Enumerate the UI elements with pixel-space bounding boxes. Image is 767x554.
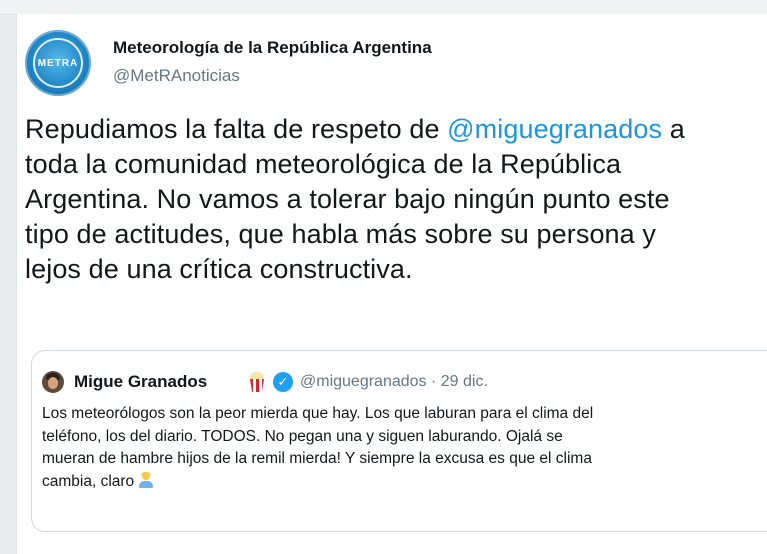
quoted-tweet-text: Los meteorólogos son la peor mierda que … [42,403,767,493]
quoted-text-line: teléfono, los del diario. TODOS. No pega… [42,427,563,445]
tweet-text-line: lejos de una crítica constructiva. [25,254,413,284]
avatar-logo-text: METRA [37,57,79,69]
quoted-handle-date[interactable]: @miguegranados · 29 dic. [300,373,488,391]
quoted-tweet[interactable]: Migue Granados ✓ @miguegranados · 29 dic… [31,350,767,532]
tweet-text-segment: a [662,114,685,144]
tweet-text-segment: Repudiamos la falta de respeto de [25,114,448,144]
quoted-text-segment: cambia, claro [42,472,135,490]
tweet-text-line: Argentina. No vamos a tolerar bajo ningú… [25,184,670,214]
popcorn-icon [248,372,266,392]
emoji-body [139,480,154,488]
tweet-header: METRA Meteorología de la República Argen… [25,30,765,100]
quoted-text-line: mueran de hambre hijos de la remil mierd… [42,450,592,467]
mention-link[interactable]: @miguegranados [447,114,662,144]
tweet-text-line: toda la comunidad meteorológica de la Re… [25,149,622,179]
tweet-text-line: Repudiamos la falta de respeto de @migue… [25,112,765,147]
quoted-avatar[interactable] [42,371,64,393]
account-handle[interactable]: @MetRAnoticias [113,66,240,86]
person-shrugging-icon [138,471,154,488]
quoted-text-line: Los meteorólogos son la peor mierda que … [42,405,594,422]
quoted-tweet-header: Migue Granados ✓ @miguegranados · 29 dic… [42,371,767,395]
quoted-account-name[interactable]: Migue Granados [74,372,207,392]
tweet-text: Repudiamos la falta de respeto de @migue… [25,112,765,287]
top-strip [0,0,767,15]
tweet-card: METRA Meteorología de la República Argen… [16,14,767,554]
verified-badge-icon: ✓ [273,372,293,392]
avatar-face [48,377,58,389]
tweet-text-line: tipo de actitudes, que habla más sobre s… [25,219,656,249]
account-name[interactable]: Meteorología de la República Argentina [113,38,432,58]
popcorn-kernels [250,372,264,380]
account-avatar[interactable]: METRA [25,30,91,96]
popcorn-box [250,379,264,392]
emoji-head [142,471,151,480]
quoted-text-line-last: cambia, claro [42,471,767,494]
